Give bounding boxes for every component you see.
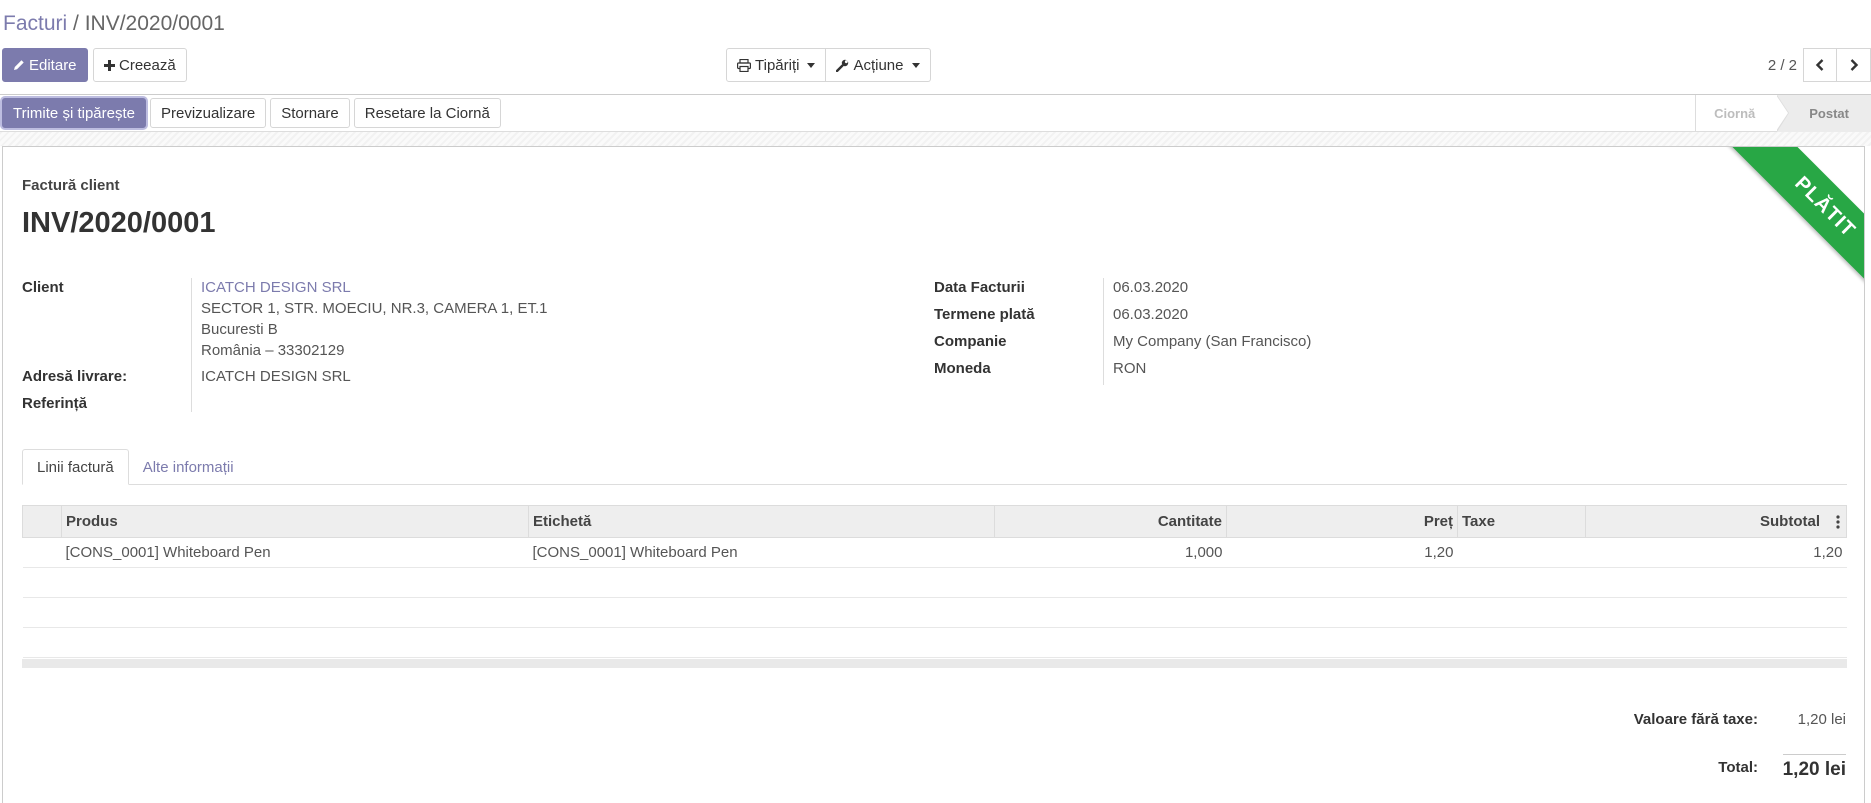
untaxed-amount-value: 1,20 lei bbox=[1797, 711, 1846, 728]
cell-subtotal: 1,20 bbox=[1585, 537, 1847, 568]
caret-down-icon bbox=[807, 62, 816, 68]
wrench-icon bbox=[836, 59, 849, 72]
action-dropdown[interactable]: Acțiune bbox=[826, 48, 931, 82]
payment-terms-label: Termene plată bbox=[934, 306, 1035, 323]
pager-value[interactable]: 2 / 2 bbox=[1768, 57, 1797, 74]
send-print-button[interactable]: Trimite și tipărește bbox=[2, 98, 146, 128]
invoice-number: INV/2020/0001 bbox=[22, 207, 216, 239]
column-header-label[interactable]: Etichetă bbox=[528, 505, 995, 538]
state-pipeline: Ciornă Postat bbox=[1695, 95, 1871, 132]
handle-column-header bbox=[22, 505, 62, 538]
total-label: Total: bbox=[1718, 759, 1758, 776]
caret-down-icon bbox=[911, 62, 920, 68]
status-bar: Trimite și tipărește Previzualizare Stor… bbox=[0, 94, 1871, 132]
untaxed-amount-label: Valoare fără taxe: bbox=[1633, 711, 1758, 728]
breadcrumb-parent[interactable]: Facturi bbox=[3, 12, 67, 35]
tab-other-info[interactable]: Alte informații bbox=[129, 449, 248, 485]
field-divider bbox=[1103, 278, 1104, 385]
column-header-taxes[interactable]: Taxe bbox=[1457, 505, 1586, 538]
edit-button-label: Editare bbox=[29, 56, 77, 74]
chevron-right-icon bbox=[1850, 59, 1858, 71]
print-dropdown[interactable]: Tipăriți bbox=[726, 48, 827, 82]
invoice-date-value: 06.03.2020 bbox=[1113, 279, 1189, 296]
company-label: Companie bbox=[934, 333, 1007, 350]
cell-price: 1,20 bbox=[1226, 537, 1458, 568]
cell-label: [CONS_0001] Whiteboard Pen bbox=[528, 537, 995, 568]
delivery-address-link[interactable]: ICATCH DESIGN SRL bbox=[201, 366, 351, 387]
column-header-subtotal[interactable]: Subtotal bbox=[1585, 505, 1847, 538]
stage-posted: Postat bbox=[1777, 95, 1871, 132]
print-dropdown-label: Tipăriți bbox=[755, 56, 800, 74]
pager: 2 / 2 bbox=[1768, 48, 1871, 82]
statusbar-actions: Trimite și tipărește Previzualizare Stor… bbox=[2, 98, 501, 128]
edit-button[interactable]: Editare bbox=[2, 48, 88, 82]
client-address-line: SECTOR 1, STR. MOECIU, NR.3, CAMERA 1, E… bbox=[201, 300, 548, 317]
column-header-subtotal-label: Subtotal bbox=[1760, 513, 1820, 530]
paid-ribbon: PLĂTIT bbox=[1700, 147, 1864, 311]
table-header-row: Produs Etichetă Cantitate Preț Taxe Subt… bbox=[22, 505, 1847, 538]
notebook-tabs: Linii factură Alte informații bbox=[22, 449, 1847, 485]
document-type: Factură client bbox=[22, 177, 120, 194]
stage-posted-label: Postat bbox=[1809, 106, 1849, 121]
field-divider bbox=[191, 278, 192, 412]
table-footer bbox=[22, 659, 1847, 668]
reference-label: Referință bbox=[22, 395, 88, 412]
reset-to-draft-button[interactable]: Resetare la Ciornă bbox=[353, 98, 501, 128]
empty-row bbox=[22, 567, 1847, 598]
printer-icon bbox=[737, 58, 751, 72]
pager-previous-button[interactable] bbox=[1803, 48, 1837, 82]
column-header-price[interactable]: Preț bbox=[1226, 505, 1458, 538]
stage-draft: Ciornă bbox=[1696, 95, 1790, 132]
client-address-line: România – 33302129 bbox=[201, 342, 345, 359]
row-handle bbox=[22, 537, 62, 568]
preview-button[interactable]: Previzualizare bbox=[149, 98, 267, 128]
stage-draft-label: Ciornă bbox=[1714, 106, 1756, 121]
pager-next-button[interactable] bbox=[1837, 48, 1871, 82]
chevron-left-icon bbox=[1815, 59, 1824, 71]
cell-taxes bbox=[1457, 537, 1586, 568]
invoice-lines-table: Produs Etichetă Cantitate Preț Taxe Subt… bbox=[22, 505, 1847, 658]
stage-separator bbox=[1776, 95, 1790, 132]
invoice-date-label: Data Facturii bbox=[934, 279, 1025, 296]
currency-label: Moneda bbox=[934, 360, 991, 377]
sheet-background bbox=[0, 132, 1871, 146]
column-header-quantity[interactable]: Cantitate bbox=[994, 505, 1227, 538]
client-label: Client bbox=[22, 279, 64, 296]
empty-row bbox=[22, 597, 1847, 628]
total-value: 1,20 lei bbox=[1782, 754, 1846, 781]
sidebar-actions: Tipăriți Acțiune bbox=[726, 48, 931, 82]
plus-icon bbox=[104, 59, 115, 71]
cell-quantity: 1,000 bbox=[994, 537, 1227, 568]
paid-ribbon-label: PLĂTIT bbox=[1723, 147, 1864, 309]
table-row[interactable]: [CONS_0001] Whiteboard Pen [CONS_0001] W… bbox=[22, 537, 1847, 568]
empty-row bbox=[22, 627, 1847, 658]
client-field: ICATCH DESIGN SRL SECTOR 1, STR. MOECIU,… bbox=[201, 277, 547, 361]
currency-link[interactable]: RON bbox=[1113, 358, 1146, 379]
company-link[interactable]: My Company (San Francisco) bbox=[1113, 331, 1311, 352]
breadcrumb: Facturi / INV/2020/0001 bbox=[3, 12, 225, 36]
create-button[interactable]: Creează bbox=[93, 48, 187, 82]
client-address-line: Bucuresti B bbox=[201, 321, 278, 338]
delivery-address-label: Adresă livrare: bbox=[22, 368, 128, 385]
payment-terms-value: 06.03.2020 bbox=[1113, 306, 1189, 323]
client-link[interactable]: ICATCH DESIGN SRL bbox=[201, 277, 547, 298]
breadcrumb-current: INV/2020/0001 bbox=[84, 12, 225, 35]
pencil-icon bbox=[13, 59, 25, 71]
breadcrumb-separator: / bbox=[67, 12, 85, 35]
column-header-product[interactable]: Produs bbox=[61, 505, 529, 538]
tab-invoice-lines[interactable]: Linii factură bbox=[22, 449, 129, 485]
create-button-label: Creează bbox=[119, 56, 176, 74]
reverse-button[interactable]: Stornare bbox=[270, 98, 350, 128]
cell-product: [CONS_0001] Whiteboard Pen bbox=[61, 537, 529, 568]
invoice-sheet: PLĂTIT Factură client INV/2020/0001 Clie… bbox=[2, 146, 1865, 803]
action-dropdown-label: Acțiune bbox=[853, 56, 904, 74]
optional-columns-icon[interactable] bbox=[1836, 515, 1840, 533]
